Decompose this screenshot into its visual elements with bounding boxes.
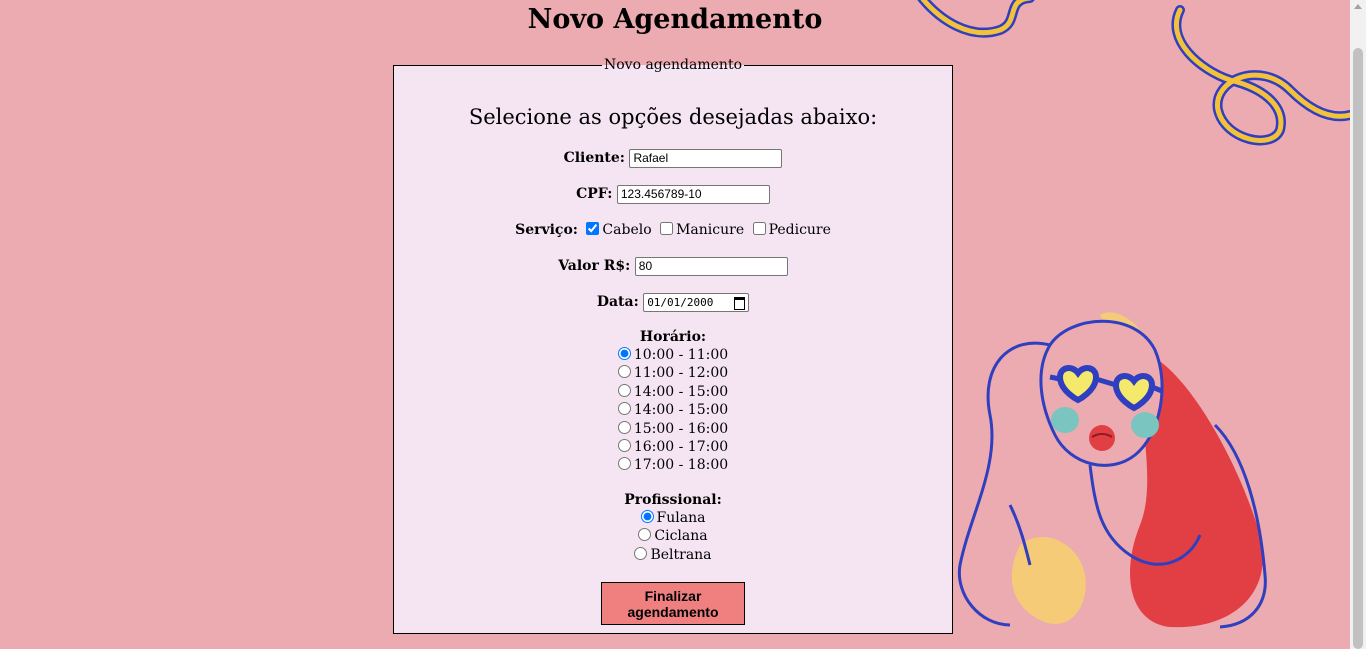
horario-option: 17:00 - 18:00 — [404, 456, 942, 474]
profissional-option-label: Beltrana — [650, 546, 712, 563]
horario-radio[interactable] — [617, 420, 631, 434]
horario-group: Horário: 10:00 - 11:00 11:00 - 12:00 14:… — [404, 328, 942, 475]
profissional-option: Fulana — [404, 509, 942, 527]
cpf-row: CPF: — [404, 184, 942, 204]
servico-row: Serviço: Cabelo Manicure Pedicure — [404, 220, 942, 240]
date-input[interactable]: 01/01/2000 — [643, 292, 750, 312]
cliente-label: Cliente: — [563, 150, 625, 166]
horario-radio[interactable] — [617, 439, 631, 453]
servico-option-label: Cabelo — [602, 222, 652, 238]
horario-option-label: 16:00 - 17:00 — [633, 439, 729, 456]
horario-radio[interactable] — [617, 457, 631, 471]
form-subtitle: Selecione as opções desejadas abaixo: — [468, 105, 878, 129]
horario-option: 11:00 - 12:00 — [404, 364, 942, 382]
servico-option-label: Pedicure — [768, 222, 831, 238]
profissional-radio[interactable] — [634, 546, 648, 560]
swirl-ribbon-illustration — [917, 0, 1350, 146]
servico-label: Serviço: — [515, 222, 578, 238]
profissional-group: Profissional: Fulana Ciclana Beltrana — [404, 491, 942, 564]
profissional-label: Profissional: — [624, 491, 722, 508]
valor-input[interactable] — [634, 256, 788, 276]
profissional-option: Beltrana — [404, 546, 942, 564]
data-label: Data: — [596, 294, 639, 310]
horario-option-label: 11:00 - 12:00 — [633, 365, 729, 382]
calendar-icon[interactable] — [734, 296, 746, 310]
horario-option-label: 10:00 - 11:00 — [633, 347, 729, 363]
profissional-option-label: Fulana — [656, 509, 706, 526]
horario-label: Horário: — [639, 329, 707, 345]
horario-radio[interactable] — [617, 347, 631, 360]
horario-option-label: 14:00 - 15:00 — [633, 383, 729, 400]
page-scrollbar[interactable] — [1350, 0, 1366, 649]
horario-radio[interactable] — [617, 365, 631, 379]
horario-option-label: 17:00 - 18:00 — [633, 457, 729, 474]
servico-checkbox-cabelo[interactable] — [586, 222, 600, 235]
horario-radio[interactable] — [617, 402, 631, 416]
horario-option-label: 15:00 - 16:00 — [633, 420, 729, 437]
cpf-input[interactable] — [616, 184, 770, 204]
valor-row: Valor R$: — [404, 256, 942, 276]
profissional-option: Ciclana — [404, 527, 942, 545]
woman-heart-glasses-illustration — [957, 312, 1267, 629]
horario-option: 14:00 - 15:00 — [404, 401, 942, 419]
cliente-input[interactable] — [629, 148, 783, 168]
profissional-radio[interactable] — [640, 509, 654, 523]
profissional-radio[interactable] — [638, 528, 652, 542]
cpf-label: CPF: — [576, 186, 613, 202]
scrollbar-thumb[interactable] — [1353, 48, 1363, 649]
horario-option: 16:00 - 17:00 — [404, 438, 942, 456]
cliente-row: Cliente: — [404, 148, 942, 168]
servico-checkbox-pedicure[interactable] — [752, 222, 766, 235]
valor-label: Valor R$: — [558, 258, 631, 274]
horario-option: 10:00 - 11:00 — [404, 346, 942, 364]
horario-radio[interactable] — [617, 383, 631, 397]
scroll-up-arrow-icon[interactable] — [1354, 4, 1362, 9]
submit-button[interactable]: Finalizar agendamento — [601, 582, 745, 626]
profissional-option-label: Ciclana — [654, 528, 708, 545]
horario-option-label: 14:00 - 15:00 — [633, 402, 729, 419]
data-row: Data: 01/01/2000 — [404, 292, 942, 312]
appointment-form: Novo agendamento Selecione as opções des… — [393, 57, 953, 634]
horario-option: 14:00 - 15:00 — [404, 383, 942, 401]
date-value: 01/01/2000 — [647, 295, 714, 309]
horario-option: 15:00 - 16:00 — [404, 420, 942, 438]
servico-option-label: Manicure — [676, 222, 745, 238]
form-legend: Novo agendamento — [603, 57, 743, 73]
servico-checkbox-manicure[interactable] — [660, 222, 674, 235]
